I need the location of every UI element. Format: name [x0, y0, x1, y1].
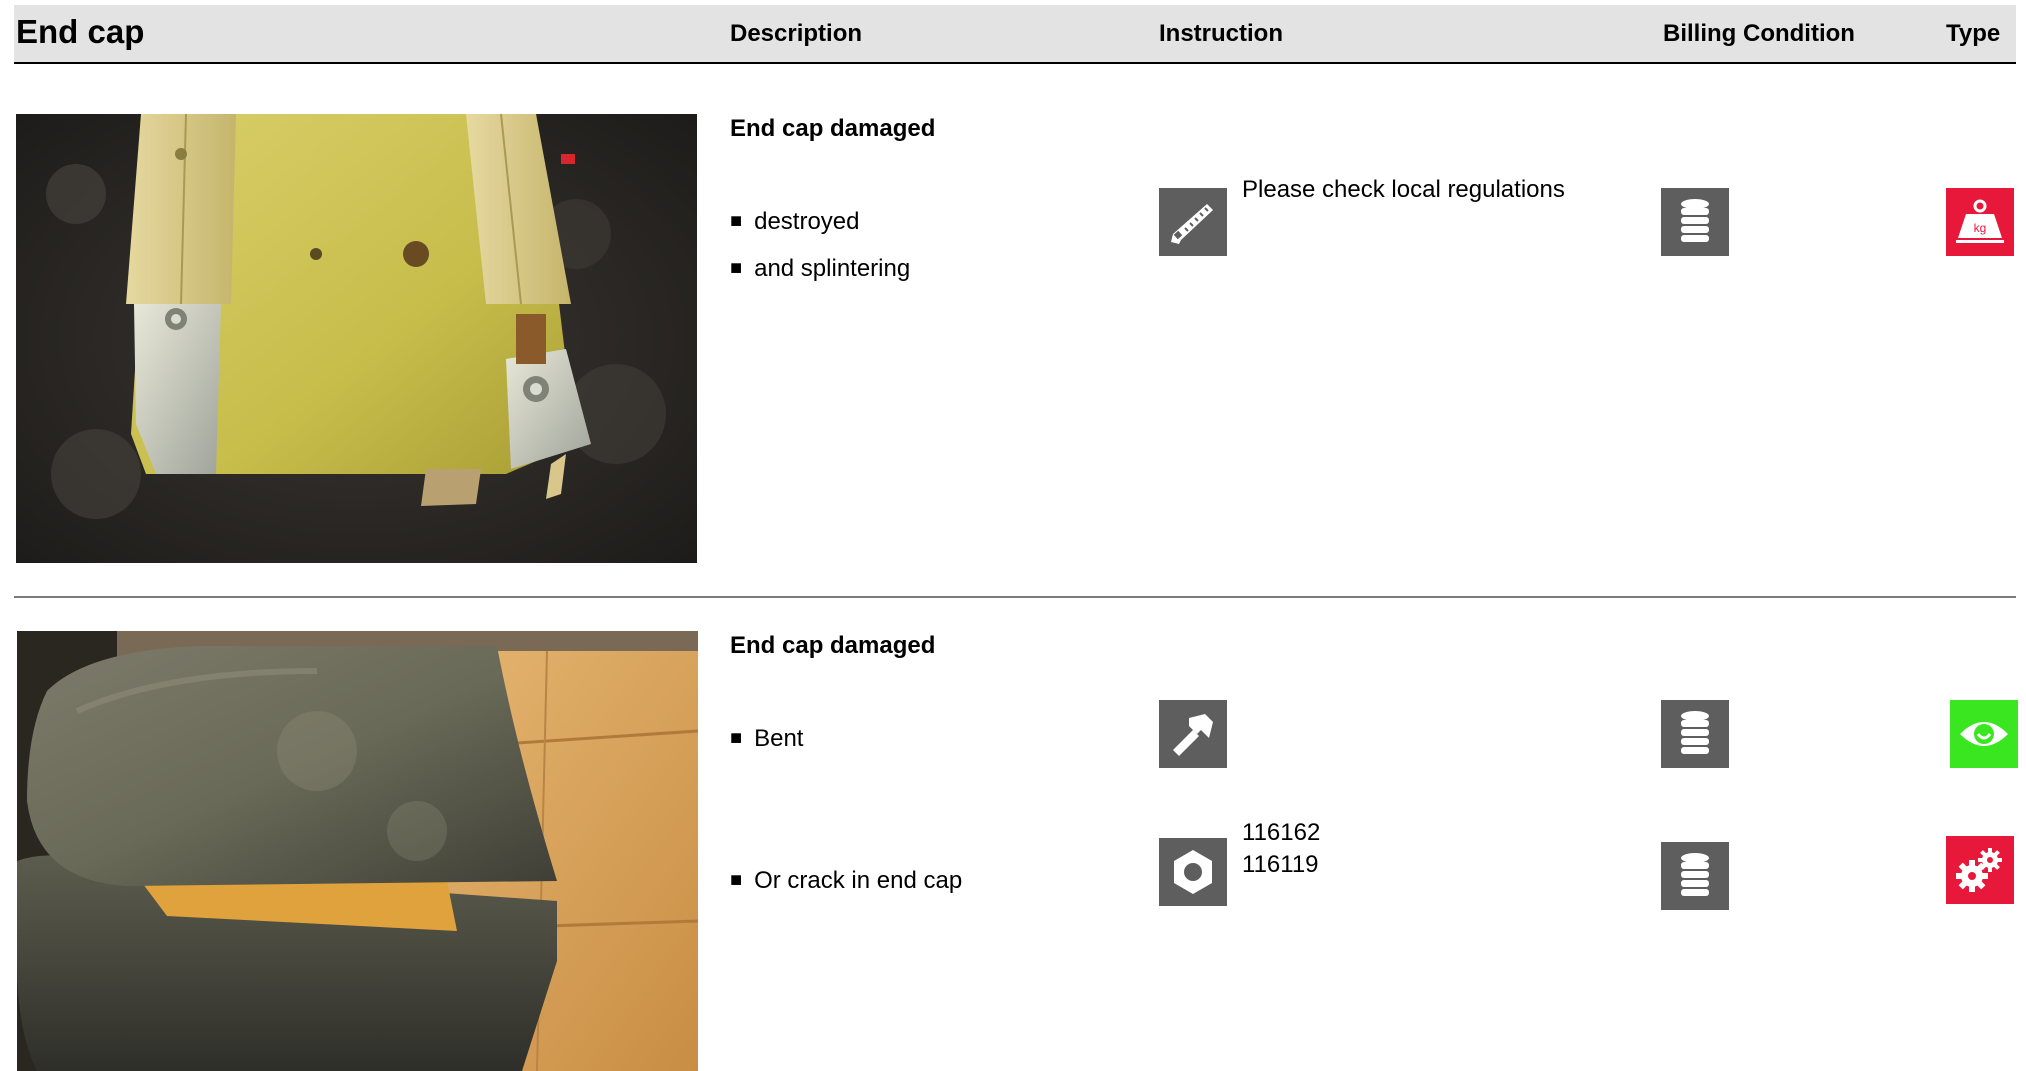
bullet-text: destroyed — [754, 208, 860, 235]
bullet-text: and splintering — [754, 255, 911, 282]
eye-icon — [1950, 700, 2018, 768]
end-cap-destroyed-photo — [16, 114, 697, 563]
bullet-text: Or crack in end cap — [754, 867, 963, 894]
bullet-square-icon: ■ — [730, 869, 743, 891]
weight-kg-icon: kg — [1946, 188, 2014, 256]
saw-icon — [1159, 188, 1227, 256]
column-header-type: Type — [1946, 20, 2001, 47]
row2-bullet-bent: ■ Bent — [730, 725, 803, 753]
bullet-square-icon: ■ — [730, 210, 743, 232]
bullet-text: Bent — [754, 725, 804, 752]
part-number: 116119 — [1242, 851, 1319, 878]
nut-icon — [1159, 838, 1227, 906]
coin-stack-icon — [1661, 842, 1729, 910]
instruction-text-local-regulations: Please check local regulations — [1242, 176, 1565, 203]
part-number-list: 116162 116119 — [1242, 817, 1320, 881]
svg-text:kg: kg — [1974, 221, 1987, 235]
row2-description-title: End cap damaged — [730, 632, 936, 659]
gears-icon — [1946, 836, 2014, 904]
hammer-icon — [1159, 700, 1227, 768]
column-header-billing: Billing Condition — [1663, 20, 1855, 47]
row1-description-title: End cap damaged — [730, 115, 936, 142]
part-number: 116162 — [1242, 819, 1321, 846]
row2-bullet-crack: ■ Or crack in end cap — [730, 867, 962, 895]
row-divider — [14, 596, 2016, 598]
page-title: End cap — [16, 13, 145, 50]
column-header-instruction: Instruction — [1159, 20, 1283, 47]
bullet-square-icon: ■ — [730, 257, 743, 279]
coin-stack-icon — [1661, 700, 1729, 768]
row1-bullet-splintering: ■ and splintering — [730, 255, 910, 283]
row1-bullet-destroyed: ■ destroyed — [730, 208, 860, 236]
column-header-description: Description — [730, 20, 863, 47]
bullet-square-icon: ■ — [730, 727, 743, 749]
coin-stack-icon — [1661, 188, 1729, 256]
end-cap-bent-photo — [17, 631, 698, 1071]
